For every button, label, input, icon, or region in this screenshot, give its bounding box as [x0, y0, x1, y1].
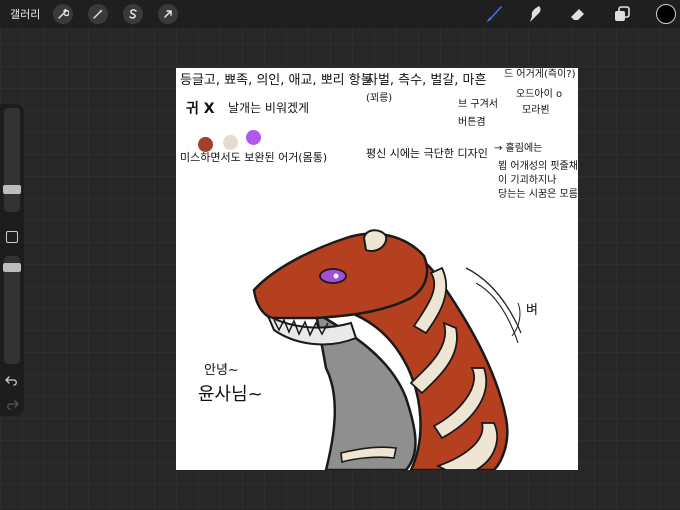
note-line-7: 브 구겨서 [458, 99, 498, 110]
top-toolbar: 갤러리 [0, 0, 680, 28]
redo-icon[interactable] [5, 399, 19, 411]
dragon-sketch [252, 229, 522, 470]
note-line-13: 이 기괴하지나 [498, 175, 557, 186]
opacity-slider[interactable] [4, 256, 20, 364]
greeting-line-2: 윤사님~ [198, 384, 263, 405]
note-line-11: → 흘림에는 [494, 143, 543, 154]
note-line-14: 당는는 시꿈은 모름 [498, 189, 578, 200]
selection-s-icon[interactable] [123, 4, 143, 24]
greeting-line-1: 안녕~ [204, 363, 239, 378]
left-sidebar [0, 104, 24, 416]
note-line-8: 버튼겸 [458, 117, 486, 128]
note-line-5: 오드아이 o [516, 89, 563, 100]
gallery-button[interactable]: 갤러리 [10, 6, 40, 22]
side-note: 벼 [526, 303, 538, 318]
palette-dot-cream [223, 135, 238, 150]
magic-wand-icon[interactable] [88, 4, 108, 24]
note-line-1: 등글고, 뾰족, 의인, 애교, 뽀리 항볼 [180, 73, 373, 88]
undo-icon[interactable] [5, 375, 19, 387]
palette-dot-purple [246, 130, 261, 145]
note-line-3: 귀 X [186, 101, 215, 117]
wrench-icon[interactable] [53, 4, 73, 24]
brush-size-thumb[interactable] [3, 185, 21, 194]
note-line-2b: (꾀릉) [366, 93, 393, 104]
note-line-3b: 날개는 비워겠게 [228, 101, 310, 115]
layers-icon[interactable] [612, 4, 632, 24]
palette-dot-red [198, 137, 213, 152]
eraser-icon[interactable] [568, 4, 588, 24]
brush-icon[interactable] [484, 4, 504, 24]
note-line-12: 뵙 어개성의 핏줄채 [498, 161, 578, 172]
drawing-canvas[interactable]: 등글고, 뾰족, 의인, 애교, 뽀리 항볼 자벌, 측수, 벌갈, 마흔 (꾀… [176, 68, 578, 470]
note-line-4: 드 어거게(즉이?) [504, 69, 576, 80]
opacity-thumb[interactable] [3, 263, 21, 272]
note-line-10: 평신 시에는 극단한 디자인 [366, 147, 488, 160]
modify-button[interactable] [6, 231, 18, 243]
note-line-9: 미스하면서도 보완된 어거(몸통) [180, 151, 328, 164]
arrow-transform-icon[interactable] [158, 4, 178, 24]
brush-size-slider[interactable] [4, 108, 20, 212]
smudge-icon[interactable] [526, 4, 546, 24]
color-picker-swatch[interactable] [656, 4, 676, 24]
note-line-2: 자벌, 측수, 벌갈, 마흔 [366, 73, 487, 88]
note-line-6: 모라뵌 [522, 105, 550, 116]
